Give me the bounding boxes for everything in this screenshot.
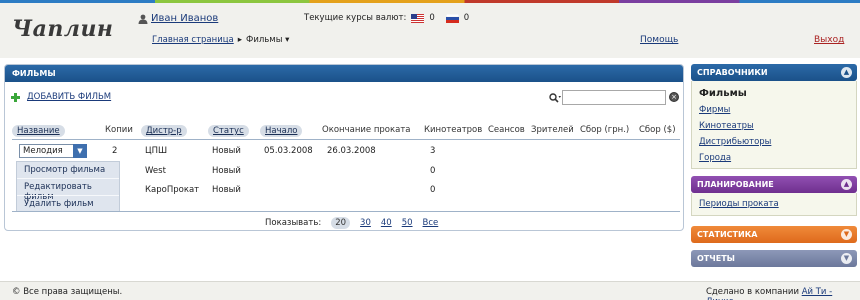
- user-info: Иван Иванов: [138, 13, 218, 24]
- row-cinemas: 3: [430, 146, 436, 156]
- column-header-end: Окончание проката: [322, 125, 411, 135]
- usd-rate: 0: [429, 13, 435, 23]
- column-header-status[interactable]: Статус: [208, 125, 249, 137]
- column-header-distributor[interactable]: Дистр-р: [141, 125, 187, 137]
- breadcrumb: Главная страница ▸ Фильмы ▾: [152, 35, 289, 45]
- film-select[interactable]: Мелодия ▼: [19, 144, 87, 158]
- column-header-sessions: Сеансов: [488, 125, 525, 135]
- chevron-down-icon[interactable]: ▼: [73, 144, 87, 158]
- menu-item-delete-film[interactable]: Удалить фильм: [24, 199, 94, 209]
- column-header-cinemas: Кинотеатров: [424, 125, 483, 135]
- page-size-label: Показывать:: [265, 218, 322, 228]
- planning-title: ПЛАНИРОВАНИЕ: [697, 180, 774, 189]
- rub-rate: 0: [463, 13, 470, 23]
- panel-title: ФИЛЬМЫ: [5, 65, 683, 82]
- menu-item-view-film[interactable]: Просмотр фильма: [24, 165, 105, 175]
- statistics-header[interactable]: СТАТИСТИКА ▼: [691, 226, 857, 243]
- menu-divider: [17, 178, 119, 179]
- row-cinemas: 0: [430, 166, 436, 176]
- row-status: Новый: [212, 146, 241, 156]
- user-icon: [138, 14, 148, 24]
- menu-divider: [17, 195, 119, 196]
- statistics-title: СТАТИСТИКА: [697, 230, 758, 239]
- sidebar-item-rental-periods[interactable]: Периоды проката: [699, 199, 849, 209]
- russia-flag-icon: [445, 13, 459, 23]
- rates-label: Текущие курсы валют:: [304, 13, 407, 23]
- plus-icon[interactable]: [11, 92, 20, 102]
- sidebar-statistics: СТАТИСТИКА ▼: [691, 226, 857, 243]
- planning-header[interactable]: ПЛАНИРОВАНИЕ ▲: [691, 176, 857, 193]
- collapse-icon[interactable]: ▲: [841, 179, 852, 190]
- row-status: Новый: [212, 166, 241, 176]
- copyright-text: © Все права защищены.: [12, 287, 123, 297]
- breadcrumb-separator: ▸: [237, 35, 243, 45]
- sidebar-item-distributors[interactable]: Дистрибьюторы: [699, 137, 849, 147]
- expand-icon[interactable]: ▼: [841, 229, 852, 240]
- column-header-gross-usd: Сбор ($): [639, 125, 676, 135]
- row-start: 05.03.2008: [264, 146, 313, 156]
- reports-header[interactable]: ОТЧЕТЫ ▼: [691, 250, 857, 267]
- column-header-start[interactable]: Начало: [260, 125, 303, 137]
- page-size-option-current[interactable]: 20: [331, 217, 351, 229]
- expand-icon[interactable]: ▼: [841, 253, 852, 264]
- search-icon[interactable]: [549, 93, 561, 103]
- column-header-title[interactable]: Название: [12, 125, 65, 137]
- header-divider: [12, 139, 680, 140]
- made-by-label: Сделано в компании: [706, 287, 799, 297]
- row-distributor: КароПрокат: [145, 185, 200, 195]
- page-size-option[interactable]: 50: [402, 218, 413, 228]
- directories-body: Фильмы Фирмы Кинотеатры Дистрибьюторы Го…: [691, 81, 857, 169]
- row-cinemas: 0: [430, 185, 436, 195]
- row-copies: 2: [112, 146, 118, 156]
- page-size-option-all[interactable]: Все: [423, 218, 439, 228]
- breadcrumb-home-link[interactable]: Главная страница: [152, 35, 234, 45]
- row-end: 26.03.2008: [327, 146, 376, 156]
- row-distributor: West: [145, 166, 166, 176]
- column-header-viewers: Зрителей: [531, 125, 574, 135]
- sidebar-item-films: Фильмы: [699, 88, 747, 99]
- directories-title: СПРАВОЧНИКИ: [697, 68, 768, 77]
- sidebar-planning: ПЛАНИРОВАНИЕ ▲ Периоды проката: [691, 176, 857, 216]
- currency-rates: Текущие курсы валют: 0 0: [304, 13, 475, 23]
- sidebar-item-cinemas[interactable]: Кинотеатры: [699, 121, 849, 131]
- sidebar-directories: СПРАВОЧНИКИ ▲ Фильмы Фирмы Кинотеатры Ди…: [691, 64, 857, 169]
- films-panel: ФИЛЬМЫ ДОБАВИТЬ ФИЛЬМ × Название Копии Д…: [4, 64, 684, 231]
- sidebar-reports: ОТЧЕТЫ ▼: [691, 250, 857, 267]
- clear-search-icon[interactable]: ×: [669, 92, 679, 102]
- row-distributor: ЦПШ: [145, 146, 168, 156]
- footer: © Все права защищены. Сделано в компании…: [0, 281, 860, 300]
- reports-title: ОТЧЕТЫ: [697, 254, 735, 263]
- film-select-value: Мелодия: [23, 146, 63, 156]
- collapse-icon[interactable]: ▲: [841, 67, 852, 78]
- planning-body: Периоды проката: [691, 193, 857, 216]
- user-name-link[interactable]: Иван Иванов: [151, 13, 218, 24]
- add-film-link[interactable]: ДОБАВИТЬ ФИЛЬМ: [27, 92, 111, 102]
- column-header-copies: Копии: [105, 125, 133, 135]
- app-logo[interactable]: Чаплин: [12, 16, 113, 42]
- pager-divider: [12, 211, 680, 212]
- row-status: Новый: [212, 185, 241, 195]
- page-size-option[interactable]: 40: [381, 218, 392, 228]
- column-header-gross-uah: Сбор (грн.): [580, 125, 630, 135]
- breadcrumb-current[interactable]: Фильмы ▾: [246, 35, 289, 45]
- help-link[interactable]: Помощь: [640, 35, 678, 45]
- add-film-action[interactable]: ДОБАВИТЬ ФИЛЬМ: [11, 92, 111, 102]
- usa-flag-icon: [411, 13, 425, 23]
- logout-link[interactable]: Выход: [814, 35, 844, 45]
- sidebar-item-firms[interactable]: Фирмы: [699, 105, 849, 115]
- page-size-selector: Показывать: 20 30 40 50 Все: [265, 217, 438, 229]
- sidebar-item-cities[interactable]: Города: [699, 153, 849, 163]
- film-context-menu: Просмотр фильма Редактировать фильм Удал…: [16, 161, 120, 212]
- search-input[interactable]: [562, 90, 666, 105]
- header: Чаплин Иван Иванов Текущие курсы валют: …: [0, 3, 860, 58]
- directories-header[interactable]: СПРАВОЧНИКИ ▲: [691, 64, 857, 81]
- page-size-option[interactable]: 30: [360, 218, 371, 228]
- made-by: Сделано в компании Ай Ти - Линкс: [706, 287, 860, 300]
